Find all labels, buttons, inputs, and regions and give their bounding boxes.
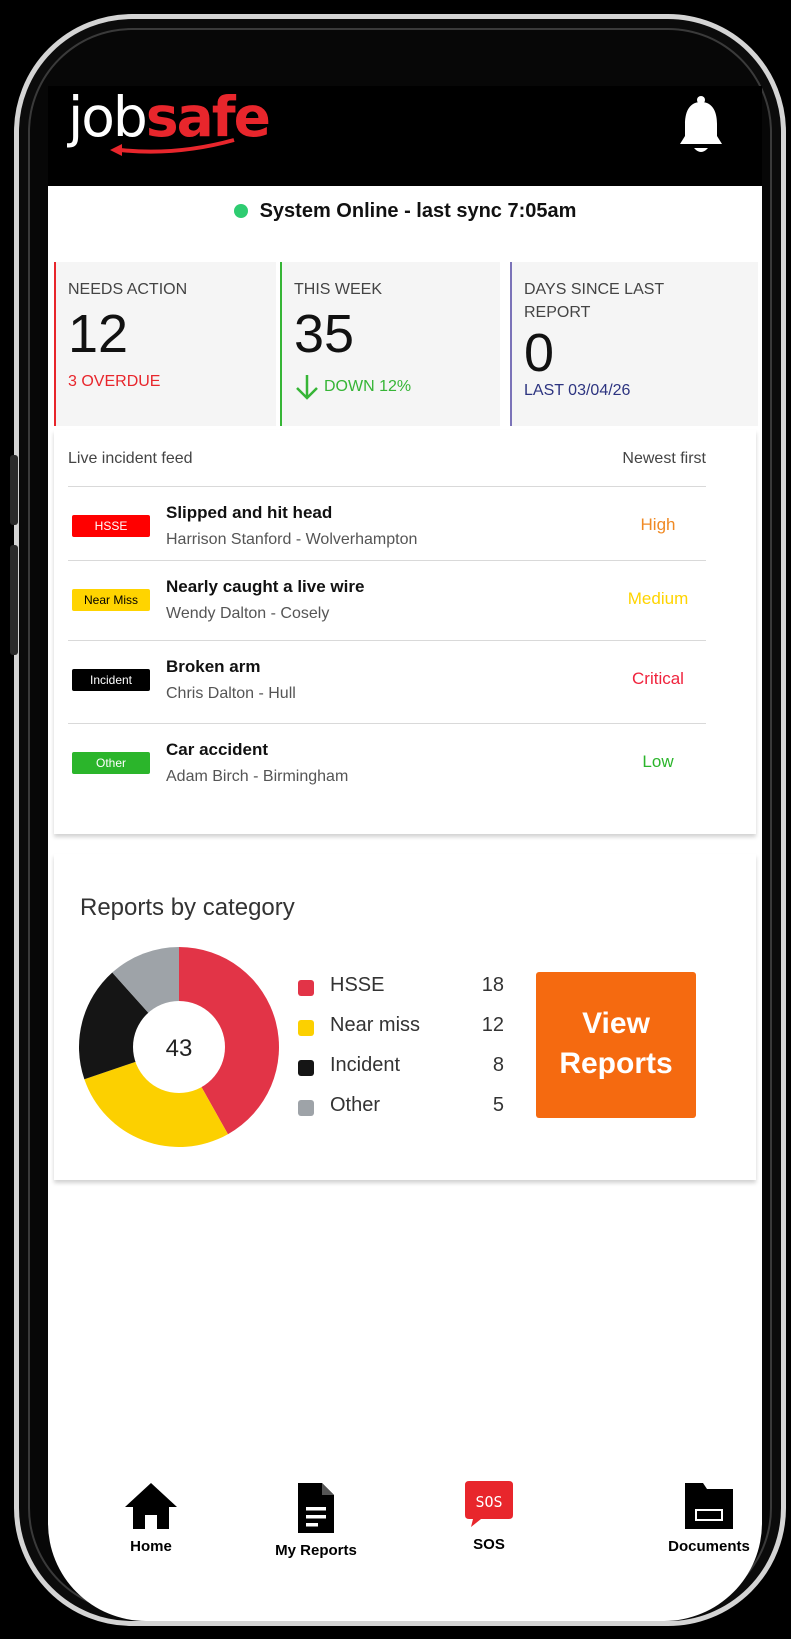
category-badge: Near Miss [72,589,150,611]
severity-label: Low [642,752,674,771]
incident-meta: Harrison Stanford - Wolverhampton [166,531,418,548]
chart-title: Reports by category [80,894,295,921]
view-reports-button[interactable]: View Reports [536,972,696,1118]
severity-label: High [640,515,676,534]
logo-swoosh-icon [110,138,235,156]
incident-title: Car accident [166,740,269,759]
stat-value: 0 [524,323,555,383]
severity-label: Medium [627,589,689,608]
home-icon [125,1483,177,1529]
feed-item[interactable]: Other Car accident Adam Birch - Birmingh… [68,723,706,809]
legend-swatch [298,980,314,996]
folder-icon [685,1483,733,1529]
incident-feed-card: Live incident feed Newest first HSSE Sli… [54,430,756,834]
stat-this-week[interactable]: THIS WEEK 35 DOWN 12% [280,262,500,426]
feed-item[interactable]: Near Miss Nearly caught a live wire Wend… [68,560,706,640]
sync-status-bar: System Online - last sync 7:05am [48,186,762,246]
severity-label: Critical [632,669,684,688]
nav-documents[interactable]: Documents [664,1481,754,1555]
bottom-nav: Home My Reports SOS SOS Documents [48,1481,762,1581]
app-screen: jobsafe System Online - last sync 7:05am… [48,86,762,1621]
sos-icon: SOS [465,1481,513,1527]
stat-value: 12 [68,304,129,364]
incident-title: Nearly caught a live wire [166,577,365,596]
feed-sort-toggle[interactable]: Newest first [622,450,706,468]
legend-item-hsse: HSSE 18 [294,972,504,1012]
nav-sos[interactable]: SOS SOS [424,1481,554,1553]
arrow-down-icon [296,375,318,400]
category-badge: HSSE [72,515,150,537]
nav-home[interactable]: Home [86,1481,216,1555]
legend-item-incident: Incident 8 [294,1052,504,1092]
incident-meta: Wendy Dalton - Cosely [166,605,330,622]
phone-side-button [10,545,18,655]
stat-subtext: LAST 03/04/26 [524,382,631,399]
sync-status-text: System Online - last sync 7:05am [259,200,577,222]
notification-bell-icon[interactable] [676,94,726,156]
stat-subtext: 3 OVERDUE [68,373,161,390]
document-icon [298,1483,334,1533]
feed-item[interactable]: HSSE Slipped and hit head Harrison Stanf… [68,486,706,560]
legend-swatch [298,1060,314,1076]
incident-title: Slipped and hit head [166,503,333,522]
legend-item-other: Other 5 [294,1092,504,1132]
stats-row: NEEDS ACTION 12 3 OVERDUE THIS WEEK 35 D… [54,262,758,426]
donut-total-label: 43 [166,1035,193,1062]
stat-days-since-last-report[interactable]: DAYS SINCE LAST REPORT 0 LAST 03/04/26 [510,262,758,426]
incident-meta: Chris Dalton - Hull [166,685,296,702]
legend-swatch [298,1100,314,1116]
feed-title: Live incident feed [68,450,193,467]
feed-item[interactable]: Incident Broken arm Chris Dalton - Hull … [68,640,706,723]
svg-text:SOS: SOS [475,1493,502,1511]
category-badge: Other [72,752,150,774]
category-donut-chart: 43 [79,947,280,1147]
nav-my-reports[interactable]: My Reports [251,1481,381,1559]
app-header: jobsafe [48,86,762,186]
stat-needs-action[interactable]: NEEDS ACTION 12 3 OVERDUE [54,262,276,426]
legend-swatch [298,1020,314,1036]
phone-side-button [10,455,18,525]
stat-value: 35 [294,304,355,364]
legend-item-near-miss: Near miss 12 [294,1012,504,1052]
incident-meta: Adam Birch - Birmingham [166,768,349,785]
chart-legend: HSSE 18 Near miss 12 Incident 8 Other 5 [294,972,504,1132]
online-indicator-icon [233,204,248,218]
stat-subtext: DOWN 12% [324,378,412,396]
incident-title: Broken arm [166,657,261,676]
category-badge: Incident [72,669,150,691]
reports-by-category-card: Reports by category 43 HSSE 18 Near miss… [54,854,756,1180]
